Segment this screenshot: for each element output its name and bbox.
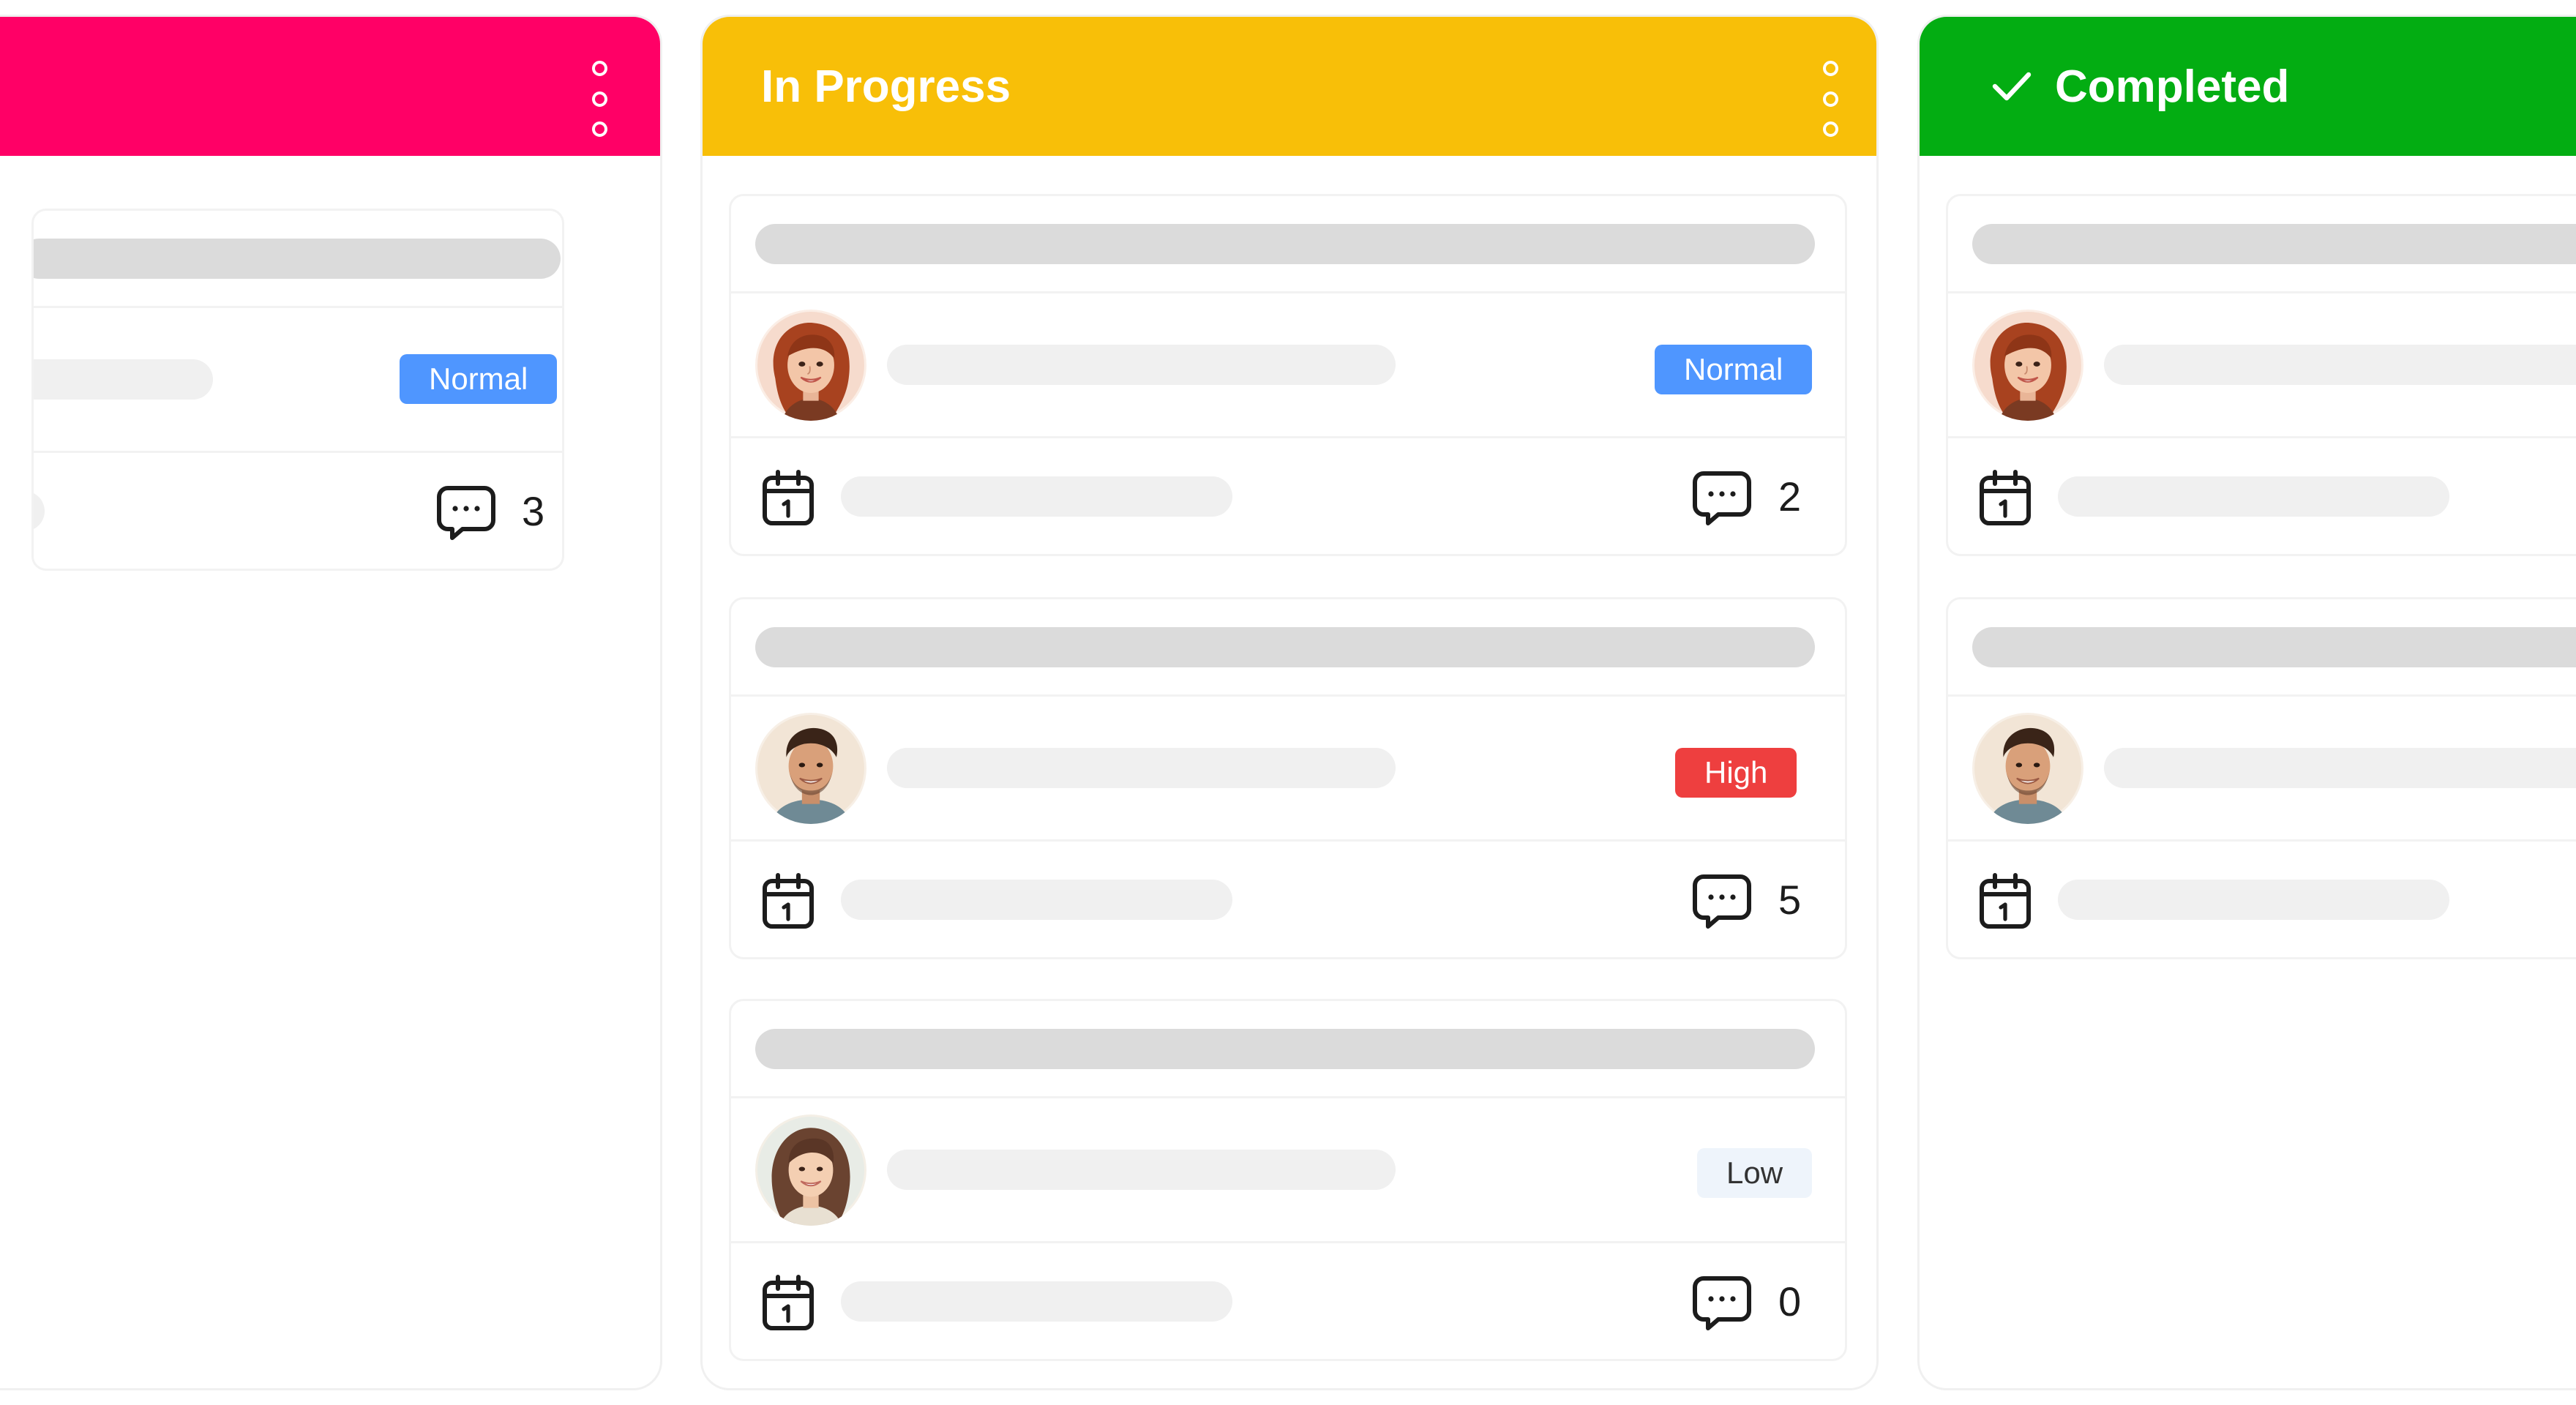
assignee-name-placeholder (887, 748, 1396, 788)
due-date-placeholder (2058, 476, 2449, 517)
task-title-placeholder (755, 627, 1815, 667)
assignee-name-placeholder (887, 345, 1396, 385)
avatar[interactable] (755, 713, 866, 824)
kebab-menu-icon[interactable] (588, 61, 610, 137)
task-card[interactable] (1946, 597, 2576, 959)
comment-count: 5 (1778, 877, 1802, 923)
assignee-name-placeholder (887, 1150, 1396, 1190)
task-card[interactable]: Normal 3 (31, 209, 564, 571)
due-date-placeholder (34, 491, 45, 531)
comment-count: 2 (1778, 473, 1802, 520)
column-in-progress: In Progress Normal 2 High 5 Low 0 (700, 15, 1879, 1390)
comment-icon[interactable] (1692, 872, 1752, 929)
assignee-name-placeholder (34, 359, 213, 400)
avatar[interactable] (1972, 713, 2083, 824)
comment-icon[interactable] (1692, 1274, 1752, 1331)
kebab-menu-icon[interactable] (1819, 61, 1841, 137)
task-card[interactable] (1946, 194, 2576, 556)
assignee-name-placeholder (2104, 345, 2576, 385)
task-title-placeholder (1972, 224, 2576, 264)
column-header-completed: Completed (1920, 17, 2576, 156)
due-date-placeholder (2058, 880, 2449, 920)
avatar[interactable] (1972, 310, 2083, 421)
task-card[interactable]: High 5 (729, 597, 1847, 959)
calendar-icon (1977, 872, 2033, 931)
column-header-todo (0, 17, 660, 156)
task-card[interactable]: Low 0 (729, 999, 1847, 1361)
avatar[interactable] (755, 1114, 866, 1226)
priority-badge: Normal (400, 354, 558, 404)
column-title: In Progress (761, 61, 1011, 112)
task-title-placeholder (1972, 627, 2576, 667)
calendar-icon (760, 872, 816, 931)
priority-badge: High (1675, 748, 1797, 798)
calendar-icon (1977, 469, 2033, 528)
calendar-icon (760, 1274, 816, 1333)
assignee-name-placeholder (2104, 748, 2576, 788)
comment-count: 0 (1778, 1278, 1802, 1325)
column-completed: Completed (1917, 15, 2576, 1390)
avatar[interactable] (755, 310, 866, 421)
due-date-placeholder (841, 880, 1232, 920)
task-title-placeholder (755, 224, 1815, 264)
column-title: Completed (2055, 61, 2290, 112)
task-title-placeholder (755, 1029, 1815, 1069)
comment-count: 3 (522, 488, 545, 534)
due-date-placeholder (841, 1281, 1232, 1322)
calendar-icon (760, 469, 816, 528)
priority-badge: Low (1697, 1148, 1813, 1198)
column-header-in-progress: In Progress (703, 17, 1876, 156)
column-todo: Normal 3 (0, 15, 662, 1390)
comment-icon[interactable] (1692, 469, 1752, 526)
comment-icon[interactable] (436, 484, 496, 541)
priority-badge: Normal (1655, 345, 1813, 394)
task-title-placeholder (34, 239, 561, 279)
check-icon (1992, 72, 2032, 101)
task-card[interactable]: Normal 2 (729, 194, 1847, 556)
due-date-placeholder (841, 476, 1232, 517)
